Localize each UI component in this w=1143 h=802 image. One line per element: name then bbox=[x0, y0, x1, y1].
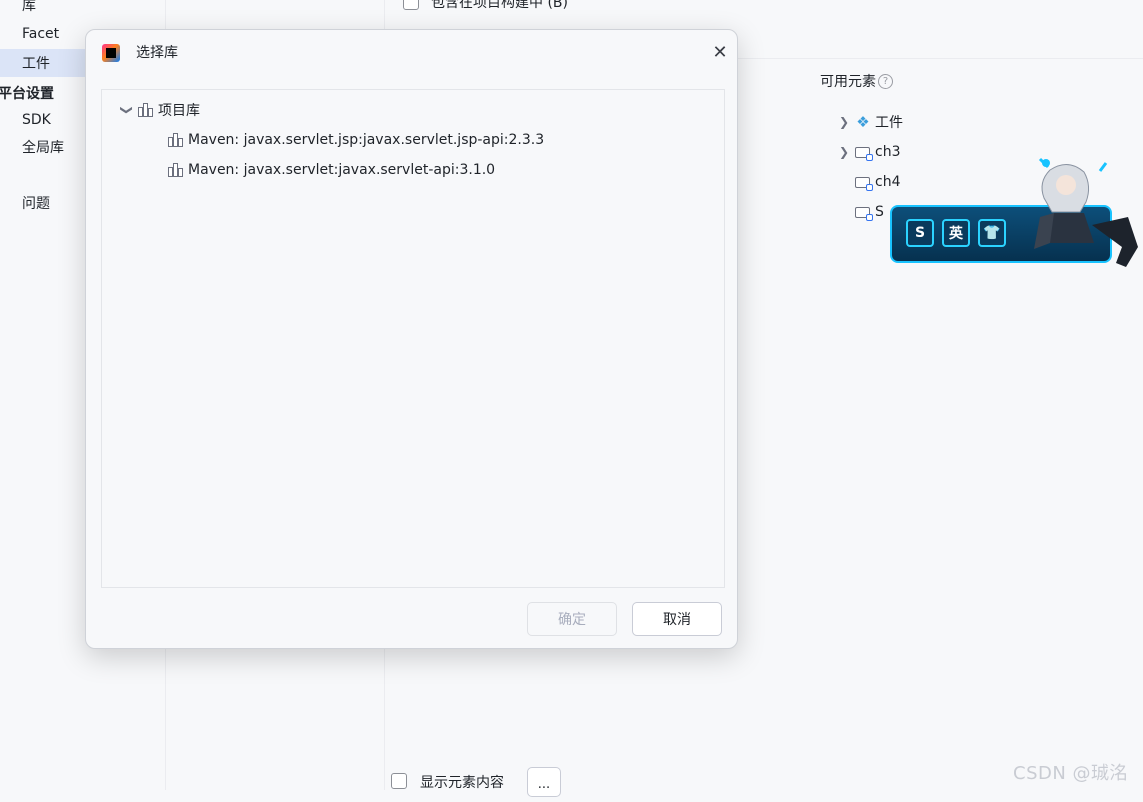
ime-language-key[interactable]: 英 bbox=[942, 219, 970, 247]
close-icon[interactable]: ✕ bbox=[710, 43, 730, 63]
nav-item-sdk[interactable]: SDK bbox=[22, 111, 51, 129]
mascot-illustration bbox=[1034, 157, 1138, 267]
tree-row-label: 工件 bbox=[875, 115, 903, 131]
nav-item-problems[interactable]: 问题 bbox=[22, 195, 50, 213]
library-icon bbox=[168, 133, 184, 147]
show-content-checkbox[interactable] bbox=[391, 773, 407, 789]
ime-logo-key[interactable]: S bbox=[906, 219, 934, 247]
library-item-label: Maven: javax.servlet:javax.servlet-api:3… bbox=[188, 162, 496, 178]
ime-toolbar[interactable]: S 英 👕 bbox=[890, 155, 1143, 275]
tree-row-s[interactable]: S bbox=[855, 202, 884, 222]
chevron-right-icon[interactable]: ❯ bbox=[837, 145, 851, 159]
available-elements-label: 可用元素 bbox=[820, 74, 876, 90]
show-content-label: 显示元素内容 bbox=[420, 775, 504, 791]
chevron-right-icon[interactable]: ❯ bbox=[837, 115, 851, 129]
nav-item-facet[interactable]: Facet bbox=[22, 25, 59, 43]
nav-item-artifacts[interactable]: 工件 bbox=[22, 55, 50, 73]
tree-row-project-libraries[interactable]: ❯ 项目库 bbox=[120, 100, 200, 120]
dialog-title: 选择库 bbox=[136, 45, 178, 61]
ok-button[interactable]: 确定 bbox=[527, 602, 617, 636]
tree-root-label: 项目库 bbox=[158, 103, 200, 119]
artifact-icon: ❖ bbox=[856, 113, 870, 131]
library-item[interactable]: Maven: javax.servlet:javax.servlet-api:3… bbox=[168, 160, 495, 180]
choose-library-dialog: 选择库 ✕ ❯ 项目库 Maven: javax.servlet.jsp:jav… bbox=[85, 29, 738, 649]
more-button[interactable]: ... bbox=[527, 767, 561, 797]
library-item[interactable]: Maven: javax.servlet.jsp:javax.servlet.j… bbox=[168, 130, 544, 150]
library-icon bbox=[138, 103, 154, 117]
module-folder-icon bbox=[855, 145, 873, 161]
module-folder-icon bbox=[855, 175, 873, 191]
watermark: CSDN @珹洺 bbox=[1013, 763, 1129, 784]
nav-item-global-libraries[interactable]: 全局库 bbox=[22, 139, 64, 157]
nav-item-libraries[interactable]: 库 bbox=[22, 0, 36, 15]
ime-skin-key[interactable]: 👕 bbox=[978, 219, 1006, 247]
chevron-down-icon[interactable]: ❯ bbox=[120, 103, 134, 117]
cancel-button[interactable]: 取消 bbox=[632, 602, 722, 636]
module-folder-icon bbox=[855, 205, 873, 221]
tree-row-label: S bbox=[875, 204, 884, 220]
library-item-label: Maven: javax.servlet.jsp:javax.servlet.j… bbox=[188, 132, 545, 148]
include-in-build-checkbox[interactable] bbox=[403, 0, 419, 10]
include-in-build-label: 包含在项目构建中 (B) bbox=[431, 0, 568, 11]
library-tree: ❯ 项目库 Maven: javax.servlet.jsp:javax.ser… bbox=[101, 89, 725, 588]
library-icon bbox=[168, 163, 184, 177]
tree-row-artifacts[interactable]: ❯ ❖ 工件 bbox=[837, 112, 903, 132]
available-elements-header: 可用元素 ? bbox=[820, 71, 893, 91]
intellij-logo-icon bbox=[102, 44, 120, 62]
nav-section-platform-settings: 平台设置 bbox=[0, 86, 54, 102]
help-icon[interactable]: ? bbox=[878, 73, 893, 89]
